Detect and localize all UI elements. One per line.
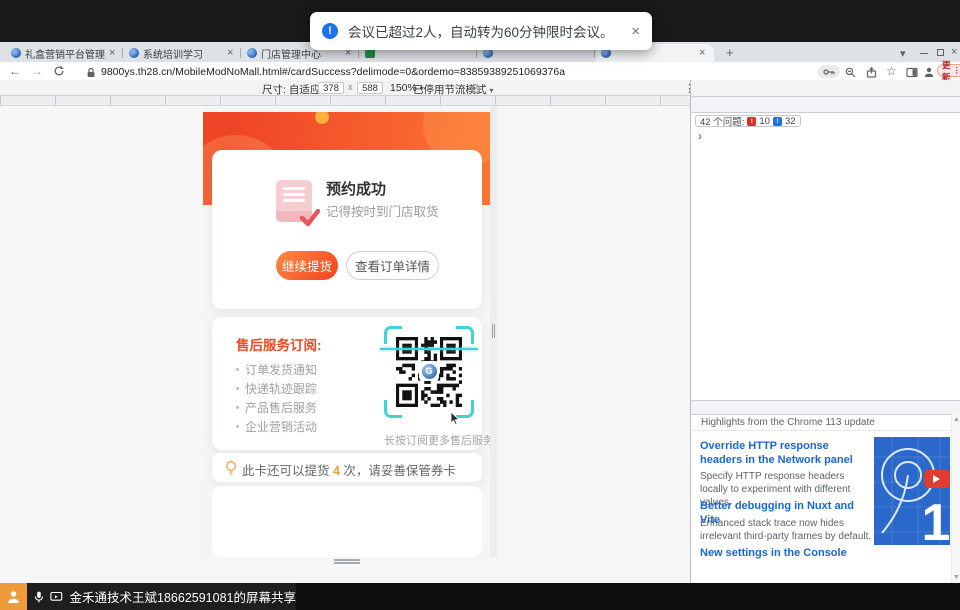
service-title: 售后服务订阅: (236, 334, 322, 354)
console-toolbar: top ▾ 默认级别 ▾ 5 条已隐藏 ⚙ (690, 97, 960, 113)
window-close-icon[interactable]: × (951, 46, 957, 58)
presenter-avatar (0, 583, 27, 610)
decor-circle (315, 112, 329, 124)
rotate-disabled-icon (470, 83, 481, 97)
screen-icon (50, 591, 63, 603)
forward-icon[interactable]: → (31, 64, 43, 78)
tab-close-icon[interactable]: × (109, 48, 115, 59)
tab-separator (240, 48, 241, 58)
issue-warning-icon: ! (773, 117, 782, 126)
dimension-times-icon: x (348, 82, 353, 92)
service-item: 企业营销活动 (236, 418, 317, 435)
service-item: 订单发货通知 (236, 361, 317, 378)
whatsnew-header: Highlights from the Chrome 113 update (690, 415, 960, 431)
tab-label: 礼盒营销平台管理中心 (25, 46, 105, 61)
success-card: 预约成功 记得按时到门店取货 继续提货 查看订单详情 (212, 150, 482, 309)
site-favicon (129, 48, 139, 58)
viewport-width-input[interactable] (318, 82, 344, 94)
horizontal-scrollbar-handle[interactable] (334, 559, 360, 561)
page-lower-block (212, 486, 482, 557)
window-maximize-icon[interactable] (937, 49, 944, 56)
service-subscribe-card: 售后服务订阅: 订单发货通知 快递轨迹跟踪 产品售后服务 企业营销活动 G 长按… (212, 317, 482, 450)
mobile-viewport: 预约成功 记得按时到门店取货 继续提货 查看订单详情 售后服务订阅: 订单发货通… (203, 106, 490, 557)
service-item: 快递轨迹跟踪 (236, 380, 317, 397)
qr-bracket (384, 326, 402, 344)
success-subtitle: 记得按时到门店取货 (326, 201, 439, 220)
site-favicon (247, 48, 257, 58)
site-favicon (11, 48, 21, 58)
pickup-tip-text: 此卡还可以提货 4 次，请妥善保管券卡 (242, 460, 456, 479)
meeting-notification: ! 会议已超过2人，自动转为60分钟限时会议。 × (310, 12, 652, 50)
whatsnew-scrollbar[interactable]: ▲ ▼ (951, 414, 960, 583)
window-menu-chevron-icon[interactable]: ▾ (900, 47, 906, 60)
qr-scanline (380, 348, 478, 350)
viewport-resize-handle[interactable] (492, 324, 493, 338)
notification-text: 会议已超过2人，自动转为60分钟限时会议。 (348, 21, 621, 41)
person-icon (6, 589, 21, 604)
qr-code[interactable]: G (384, 326, 474, 418)
screen-share-view: 礼盒营销平台管理中心 × 系统培训学习 × 门店管理中心 × × + (0, 0, 960, 610)
whatsnew-item-title[interactable]: Override HTTP response headers in the Ne… (700, 440, 872, 468)
notification-close-icon[interactable]: × (631, 23, 640, 40)
tab-close-icon[interactable]: × (227, 48, 233, 59)
whatsnew-item-title[interactable]: New settings in the Console (700, 547, 872, 561)
browser-tab-2[interactable]: 系统培训学习 × (124, 44, 240, 62)
password-key-icon[interactable] (818, 65, 840, 78)
qr-bracket (384, 400, 402, 418)
devtools-drawer-toolbar: ⋮ 控制台 新功能 × × (690, 400, 960, 415)
tab-separator (122, 48, 123, 58)
scroll-up-icon[interactable]: ▲ (952, 416, 960, 423)
remaining-count: 4 (333, 464, 340, 478)
back-icon[interactable]: ← (9, 64, 21, 78)
bookmark-star-icon[interactable]: ☆ (886, 64, 897, 78)
share-status-text: 金禾通技术王斌18662591081的屏幕共享 (70, 587, 296, 606)
screen-share-bar: 金禾通技术王斌18662591081的屏幕共享 (0, 583, 960, 610)
chevron-down-icon: ▾ (489, 86, 493, 95)
kebab-menu-icon: ⋮ (953, 65, 960, 76)
address-url[interactable]: 9800ys.th28.cn/MobileModNoMall.html#/car… (101, 66, 565, 78)
browser-toolbar: ← → 9800ys.th28.cn/MobileModNoMall.html#… (0, 62, 960, 80)
whatsnew-video-thumbnail[interactable]: 1 (874, 437, 950, 545)
info-icon: ! (322, 23, 338, 39)
whatsnew-item-desc: Enhanced stack trace now hides irrelevan… (700, 517, 876, 543)
size-label: 尺寸: 自适应 (262, 84, 320, 96)
device-emulation-toolbar: 尺寸: 自适应 ▾ x 150% ▾ 已停用节流模式 ▾ ⋮ (0, 80, 690, 96)
tab-label: 系统培训学习 (143, 46, 223, 61)
pickup-tip-card: 此卡还可以提货 4 次，请妥善保管券卡 (212, 453, 482, 482)
new-tab-button[interactable]: + (726, 45, 734, 60)
qr-bracket (456, 326, 474, 344)
mouse-cursor-icon (450, 412, 461, 425)
scroll-down-icon[interactable]: ▼ (952, 574, 960, 581)
qr-caption: 长按订阅更多售后服务 (379, 432, 490, 448)
throttling-select[interactable]: 已停用节流模式 ▾ (413, 82, 493, 97)
check-icon (300, 209, 320, 226)
viewport-height-input[interactable] (357, 82, 383, 94)
browser-tab-1[interactable]: 礼盒营销平台管理中心 × (6, 44, 122, 62)
order-document-icon (276, 180, 312, 222)
service-item: 产品售后服务 (236, 399, 317, 416)
window-minimize-icon[interactable] (920, 53, 928, 54)
lightbulb-icon (224, 460, 238, 475)
svg-text:1: 1 (922, 494, 950, 545)
qr-center-logo: G (419, 361, 439, 381)
success-title: 预约成功 (326, 178, 386, 199)
microphone-icon (34, 590, 44, 604)
chrome-update-button[interactable]: 更新 ⋮ (937, 64, 960, 77)
console-prompt-icon[interactable]: › (698, 129, 702, 143)
devtools-main-toolbar: 元素 控制台 源代码 网络 性能 » !10 ⚙ ⋮ × (690, 80, 960, 97)
order-detail-button[interactable]: 查看订单详情 (346, 251, 439, 280)
issues-counter[interactable]: 42 个问题: ! 10 ! 32 (695, 115, 801, 127)
continue-pickup-button[interactable]: 继续提货 (276, 251, 338, 280)
update-label: 更新 (942, 59, 951, 83)
tab-close-icon[interactable]: × (699, 48, 705, 59)
issue-error-icon: ! (747, 117, 756, 126)
viewport-ruler (0, 96, 690, 106)
